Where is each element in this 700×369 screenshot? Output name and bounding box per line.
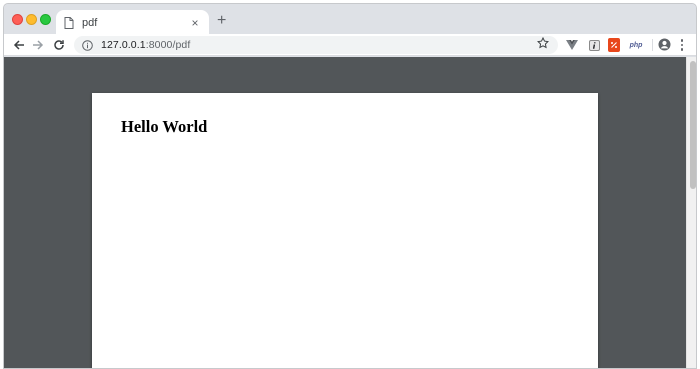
tab-strip: pdf × +	[4, 4, 696, 35]
address-url: 127.0.0.1:8000/pdf	[101, 39, 190, 51]
address-bar[interactable]: 127.0.0.1:8000/pdf	[74, 36, 558, 54]
extension-info-icon[interactable]	[588, 38, 600, 52]
pdf-heading: Hello World	[121, 117, 208, 136]
window-maximize-button[interactable]	[40, 14, 51, 25]
pdf-viewer: Hello World	[4, 57, 686, 368]
browser-window: pdf × + 127.0.0.1:8000/pdf php Hello Wor…	[3, 3, 697, 369]
reload-icon[interactable]	[52, 38, 66, 52]
toolbar: 127.0.0.1:8000/pdf php	[4, 34, 696, 56]
profile-icon[interactable]	[658, 38, 671, 51]
extension-vue-icon[interactable]	[566, 38, 578, 52]
forward-icon[interactable]	[31, 38, 45, 52]
star-icon[interactable]	[537, 34, 551, 52]
extension-php-icon[interactable]: php	[627, 38, 645, 52]
extension-percent-icon[interactable]	[608, 38, 620, 52]
new-tab-button[interactable]: +	[217, 13, 226, 29]
url-path: :8000/pdf	[145, 39, 191, 51]
window-close-button[interactable]	[12, 14, 23, 25]
scrollbar-thumb[interactable]	[690, 61, 696, 189]
scrollbar[interactable]	[686, 57, 696, 368]
menu-icon[interactable]	[679, 38, 685, 52]
toolbar-divider	[652, 39, 653, 51]
tab-pdf[interactable]: pdf ×	[56, 10, 209, 35]
window-minimize-button[interactable]	[26, 14, 37, 25]
tab-title: pdf	[82, 16, 98, 29]
back-icon[interactable]	[12, 38, 26, 52]
tab-close-icon[interactable]: ×	[189, 17, 201, 29]
doc-icon	[64, 16, 74, 29]
pdf-page: Hello World	[92, 93, 598, 368]
url-host: 127.0.0.1	[101, 39, 146, 51]
info-icon[interactable]	[82, 39, 93, 51]
